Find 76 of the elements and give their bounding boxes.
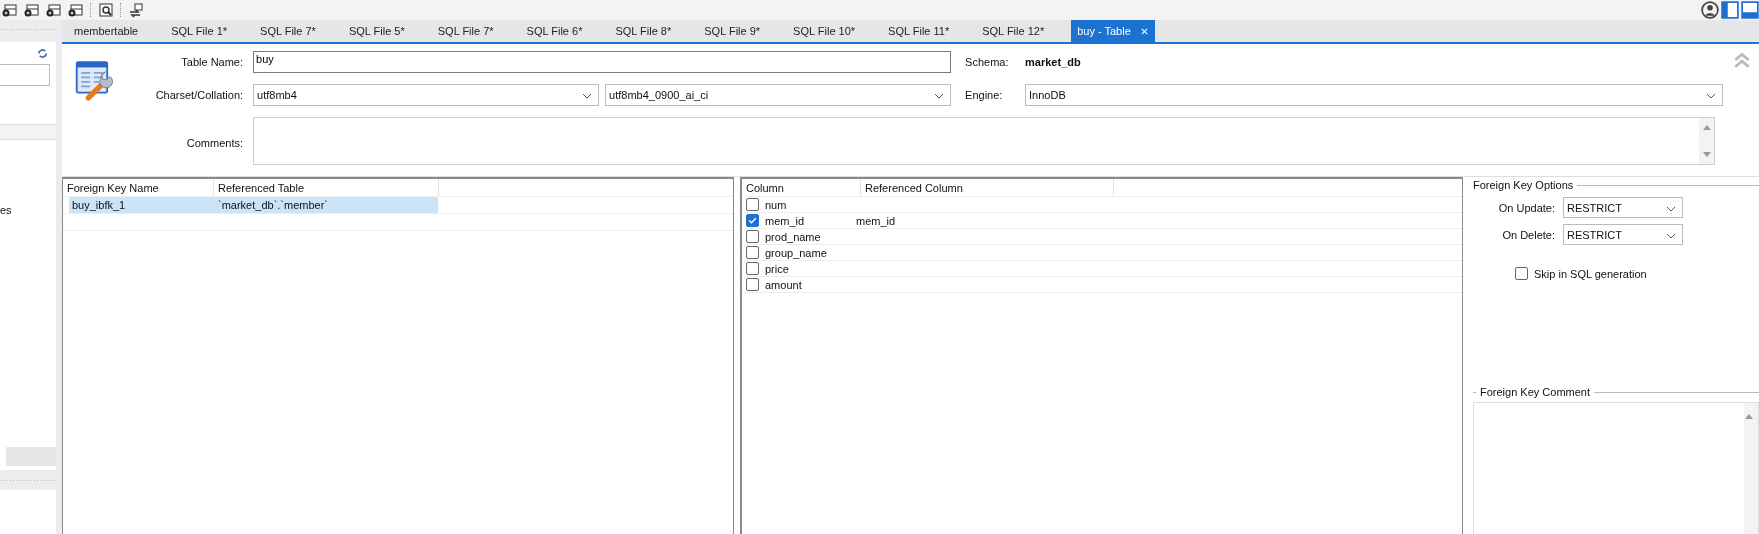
group-title: Foreign Key Options [1473,179,1574,191]
sidebar-item[interactable]: es [0,204,56,216]
panel-grip[interactable] [0,20,56,42]
checkbox[interactable] [746,230,759,243]
editor-tab[interactable]: SQL File 10* [787,20,862,42]
collation-dropdown[interactable]: utf8mb4_0900_ai_ci [605,84,952,106]
comment-field[interactable] [1473,402,1759,534]
field-label: Comments: [185,137,245,149]
column-header[interactable]: Referenced Column [861,179,1114,196]
toolbar-table-icon[interactable] [68,2,84,18]
table-cell: num [765,198,787,211]
schema-value: market_db [1025,56,1081,68]
field-label: On Update: [1497,201,1555,214]
checkbox-label: Skip in SQL generation [1534,267,1647,280]
inspector-icon[interactable] [98,2,114,18]
group-title: Foreign Key Comment [1480,386,1591,398]
table-cell[interactable]: buy_ibfk_1 [69,197,215,213]
charset-dropdown[interactable]: utf8mb4 [253,84,600,106]
chevron-down-icon[interactable] [1666,233,1676,239]
reconnect-icon[interactable] [128,2,144,18]
on-delete-dropdown[interactable]: RESTRICT [1563,224,1683,245]
field-label: Charset/Collation: [154,89,245,101]
checkbox[interactable] [746,214,759,227]
toolbar-table-icon[interactable] [2,2,18,18]
editor-tab[interactable]: SQL File 11* [882,20,956,42]
field-label: On Delete: [1501,228,1555,241]
panel-grip[interactable] [0,470,56,490]
editor-tab[interactable]: SQL File 9* [698,20,767,42]
scroll-down-icon[interactable] [1701,152,1712,158]
scroll-up-icon[interactable] [1744,413,1754,419]
toolbar-table-icon[interactable] [46,2,62,18]
editor-tab[interactable]: SQL File 1* [165,20,234,42]
table-cell: prod_name [765,230,821,243]
checkbox[interactable] [746,198,759,211]
table-cell: amount [765,278,802,291]
scroll-up-icon[interactable] [1701,124,1712,130]
bottom-panel-layout-icon[interactable] [1741,1,1759,19]
checkbox[interactable] [1515,267,1528,280]
editor-tab[interactable]: SQL File 7* [431,20,500,42]
checkbox[interactable] [746,246,759,259]
table-cell: group_name [765,246,827,259]
sidebar-layout-icon[interactable] [1721,1,1739,19]
table-cell[interactable]: `market_db`.`member` [215,197,438,213]
table-cell-text: mem_id [856,214,897,227]
account-icon[interactable] [1701,1,1719,19]
editor-tab[interactable]: SQL File 7* [254,20,322,42]
chevron-down-icon[interactable] [582,93,593,99]
chevron-down-icon[interactable] [1666,206,1676,212]
chevron-down-icon[interactable] [1706,93,1717,99]
table-name-field[interactable]: buy [253,51,952,73]
toolbar-table-icon[interactable] [24,2,40,18]
chevron-down-icon[interactable] [934,93,945,99]
column-header[interactable]: Foreign Key Name [63,179,214,196]
editor-tab[interactable]: buy - Table [1071,20,1155,42]
editor-tab[interactable]: membertable [68,20,145,42]
editor-tab[interactable]: SQL File 12* [976,20,1051,42]
editor-tab[interactable]: SQL File 5* [342,20,411,42]
editor-tab[interactable]: SQL File 6* [520,20,589,42]
field-label: Engine: [965,89,1004,101]
table-cell: price [765,262,789,275]
comments-field[interactable] [253,117,1716,165]
table-cell: mem_id [765,214,805,227]
field-label: Table Name: [180,56,245,68]
field-label: Schema: [965,56,1010,68]
checkbox[interactable] [746,278,759,291]
column-header[interactable]: Column [742,179,861,196]
engine-dropdown[interactable]: InnoDB [1025,84,1724,106]
checkbox[interactable] [746,262,759,275]
refresh-icon[interactable] [37,47,48,59]
column-header[interactable]: Referenced Table [214,179,439,196]
editor-tab[interactable]: SQL File 8* [609,20,678,42]
on-update-dropdown[interactable]: RESTRICT [1563,197,1683,218]
close-icon[interactable] [1139,26,1149,36]
scrollbar[interactable] [1744,403,1758,534]
scrollbar[interactable] [1699,118,1715,164]
search-field[interactable] [0,64,50,86]
